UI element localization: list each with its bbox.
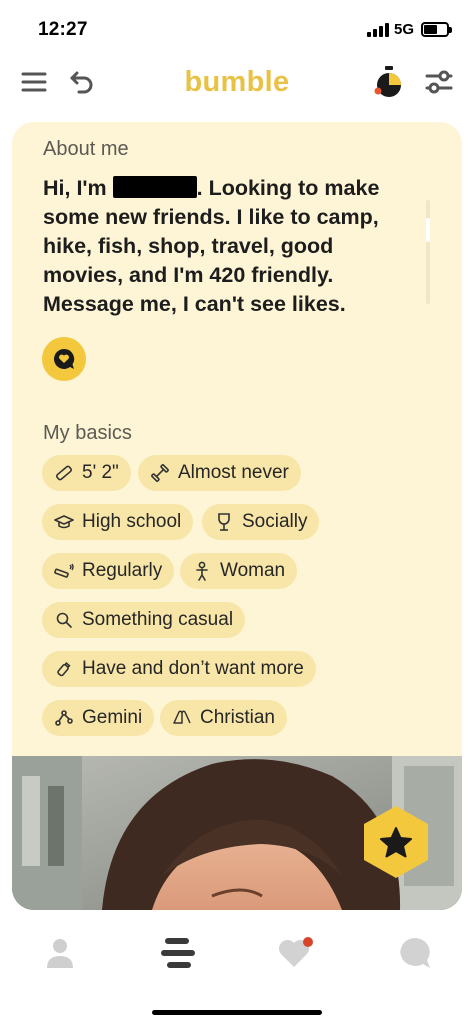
zodiac-icon (54, 708, 74, 728)
discover-icon[interactable] (158, 933, 198, 973)
profile-card[interactable]: About me Hi, I'm . Looking to make some … (12, 122, 462, 910)
about-me-text: Hi, I'm . Looking to make some new frien… (43, 176, 380, 316)
basic-religion: Christian (160, 700, 287, 736)
cigarette-icon (54, 561, 74, 581)
network-label: 5G (394, 21, 415, 38)
basic-exercise: Almost never (138, 455, 301, 491)
bottle-icon (54, 659, 74, 679)
basic-zodiac: Gemini (42, 700, 155, 736)
basic-drinking: Socially (202, 504, 320, 540)
my-basics-heading: My basics (43, 422, 132, 444)
basic-looking-for: Something casual (42, 602, 246, 638)
ruler-icon (54, 463, 74, 483)
basic-gender: Woman (180, 553, 298, 589)
compliment-button[interactable] (42, 337, 86, 381)
person-icon (192, 561, 212, 581)
basic-kids: Have and don’t want more (42, 651, 316, 687)
bottom-nav (0, 915, 474, 995)
liked-you-icon[interactable] (276, 933, 316, 973)
chats-icon[interactable] (394, 933, 434, 973)
dumbbell-icon (150, 463, 170, 483)
wine-glass-icon (214, 512, 234, 532)
superswipe-button[interactable] (360, 804, 432, 880)
home-indicator (152, 1010, 322, 1015)
snooze-icon[interactable] (372, 64, 406, 100)
basic-education: High school (42, 504, 194, 540)
battery-icon (421, 22, 452, 37)
signal-icon (367, 23, 389, 37)
status-bar: 12:27 5G (0, 0, 474, 58)
praying-hands-icon (172, 708, 192, 728)
filter-icon[interactable] (424, 68, 454, 96)
about-scroll-thumb[interactable] (426, 218, 430, 242)
status-time: 12:27 (38, 19, 88, 40)
app-header: bumble (0, 58, 474, 114)
redacted-name (112, 176, 197, 198)
basic-height: 5' 2" (42, 455, 131, 491)
profile-icon[interactable] (40, 933, 80, 973)
about-me-heading: About me (43, 138, 129, 160)
graduation-cap-icon (54, 512, 74, 532)
magnifier-icon (54, 610, 74, 630)
about-scroll-track (426, 200, 430, 304)
basic-smoking: Regularly (42, 553, 175, 589)
